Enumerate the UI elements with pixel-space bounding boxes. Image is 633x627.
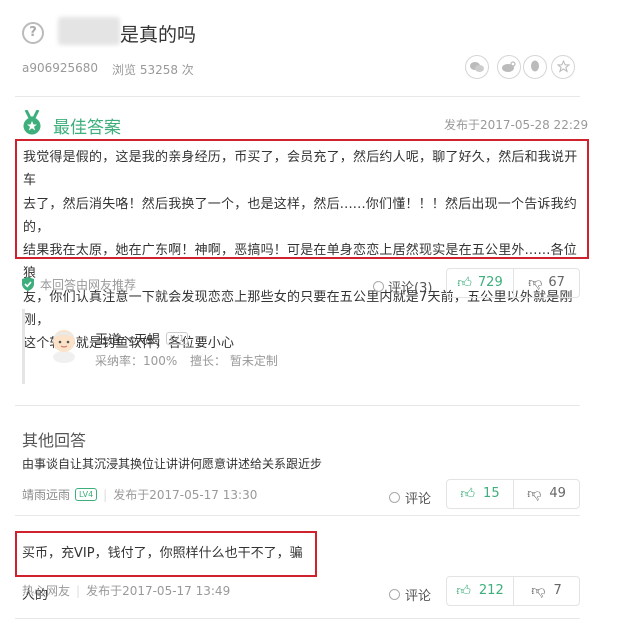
header-divider	[15, 96, 580, 97]
best-answer-content: 我觉得是假的，这是我的亲身经历，币买了，会员充了，然后约人呢，聊了好久，然后和我…	[15, 139, 589, 351]
blurred-title-part	[58, 17, 120, 45]
answer-user[interactable]: 靖雨远雨	[22, 486, 70, 503]
thumbs-up-icon: 👍︎	[456, 583, 471, 599]
vote-group: 👍︎ 212 👎︎ 7	[446, 576, 580, 606]
comment-icon	[389, 589, 400, 600]
thumbs-up-icon: 👍︎	[457, 275, 472, 291]
thumbs-down-icon: 👎︎	[528, 275, 543, 291]
upvote-button[interactable]: 👍︎ 15	[447, 480, 513, 508]
question-icon: ?	[22, 22, 44, 44]
qzone-star-icon[interactable]	[551, 55, 575, 79]
section-divider	[15, 405, 580, 406]
recommended-note: 本回答由网友推荐	[40, 278, 137, 292]
other-answer-meta: 靖雨远雨 LV4 | 发布于2017-05-17 13:30	[22, 486, 257, 503]
other-answer-text: 由事谈自让其沉浸其换位让讲讲何愿意讲述给关系跟近步	[22, 457, 323, 471]
downvote-count: 7	[553, 583, 562, 598]
best-answer-date: 发布于2017-05-28 22:29	[444, 118, 589, 132]
wechat-icon[interactable]	[465, 55, 489, 79]
other-answer-text: 买币，充VIP，钱付了，你照样什么也干不了，骗人的	[15, 531, 317, 603]
downvote-button[interactable]: 👎︎ 7	[514, 577, 579, 605]
downvote-button[interactable]: 👎︎ 67	[514, 269, 579, 297]
upvote-count: 729	[477, 275, 503, 290]
meta-separator: |	[103, 487, 108, 502]
answer-user: 热心网友	[22, 584, 71, 598]
answerer-name-row: 王道丶天蝎 LV1	[95, 329, 189, 348]
meta-separator: |	[76, 583, 81, 598]
comment-icon	[373, 281, 384, 292]
asker-name[interactable]: a906925680	[22, 61, 98, 75]
upvote-button[interactable]: 👍︎ 212	[447, 577, 513, 605]
specialty: 擅长： 暂未定制	[190, 354, 278, 368]
answer-line: 我觉得是假的，这是我的亲身经历，币买了，会员充了，然后约人呢，聊了好久，然后和我…	[23, 150, 578, 189]
downvote-button[interactable]: 👎︎ 49	[514, 480, 579, 508]
comment-label: 评论	[405, 589, 432, 604]
downvote-count: 49	[549, 486, 566, 501]
vote-group: 👍︎ 15 👎︎ 49	[446, 479, 580, 509]
adopt-rate: 采纳率：100%	[95, 354, 178, 368]
downvote-count: 67	[548, 275, 565, 290]
view-count: 浏览 53258 次	[112, 63, 194, 77]
upvote-count: 212	[478, 583, 504, 598]
other-answers-heading: 其他回答	[22, 431, 87, 450]
thumbs-down-icon: 👎︎	[527, 486, 542, 502]
avatar[interactable]	[48, 327, 80, 363]
question-title: 是真的吗	[120, 24, 197, 46]
medal-icon	[22, 109, 42, 136]
comment-label: 评论(3)	[388, 281, 433, 296]
vote-group: 👍︎ 729 👎︎ 67	[446, 268, 580, 298]
answer-divider	[15, 515, 580, 516]
answer-date: 发布于2017-05-17 13:49	[86, 584, 231, 598]
thumbs-down-icon: 👎︎	[531, 583, 546, 599]
comment-button[interactable]: 评论	[389, 585, 431, 604]
comment-button[interactable]: 评论	[389, 488, 431, 507]
comment-icon	[389, 492, 400, 503]
bottom-divider	[15, 618, 580, 619]
qq-icon[interactable]	[523, 55, 547, 79]
level-badge: LV4	[75, 488, 98, 501]
shield-check-icon	[22, 276, 34, 291]
answerer-name[interactable]: 王道丶天蝎	[95, 329, 160, 348]
best-answer-label: 最佳答案	[53, 118, 121, 138]
level-badge: LV1	[166, 332, 189, 345]
weibo-icon[interactable]	[497, 55, 521, 79]
upvote-button[interactable]: 👍︎ 729	[447, 269, 513, 297]
answer-line: 去了，然后消失咯！然后我换了一个，也是这样，然后......你们懂！！！然后出现…	[23, 196, 577, 235]
answer-date: 发布于2017-05-17 13:30	[113, 488, 258, 502]
other-answer-meta: 热心网友 | 发布于2017-05-17 13:49	[22, 582, 230, 599]
comment-label: 评论	[405, 492, 432, 507]
thumbs-up-icon: 👍︎	[460, 486, 476, 502]
comment-button[interactable]: 评论(3)	[373, 277, 432, 296]
upvote-count: 15	[483, 486, 500, 501]
